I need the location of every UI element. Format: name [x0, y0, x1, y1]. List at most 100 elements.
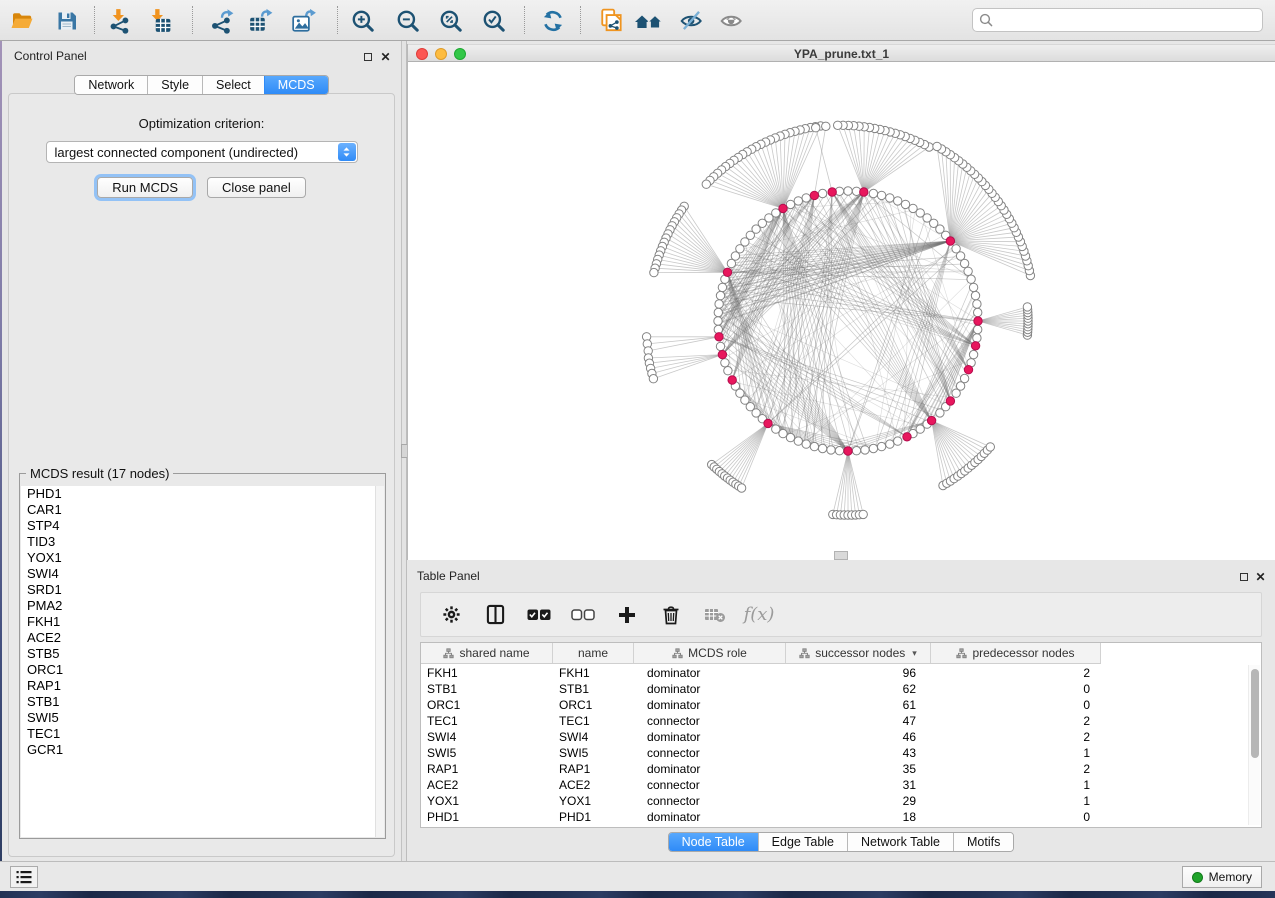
- network-leaf-node[interactable]: [702, 180, 710, 188]
- criterion-select[interactable]: largest connected component (undirected): [46, 141, 358, 163]
- network-node[interactable]: [835, 447, 843, 455]
- network-node[interactable]: [802, 440, 810, 448]
- export-image-button[interactable]: [288, 5, 320, 36]
- tab-network-table[interactable]: Network Table: [847, 833, 953, 851]
- cell-successor-nodes[interactable]: 96: [786, 666, 931, 680]
- table-scrollbar-thumb[interactable]: [1251, 669, 1259, 758]
- deselect-all-columns-button[interactable]: [570, 600, 596, 630]
- network-leaf-node[interactable]: [1023, 303, 1031, 311]
- column-header-predecessor-nodes[interactable]: predecessor nodes: [931, 643, 1101, 663]
- network-leaf-node[interactable]: [822, 122, 830, 130]
- cell-successor-nodes[interactable]: 46: [786, 730, 931, 744]
- cell-predecessor-nodes[interactable]: 0: [931, 682, 1101, 696]
- tab-mcds[interactable]: MCDS: [264, 76, 328, 94]
- network-node[interactable]: [715, 300, 723, 308]
- table-row[interactable]: SWI5SWI5connector431: [421, 745, 1247, 761]
- network-leaf-node[interactable]: [812, 124, 820, 132]
- network-node[interactable]: [861, 446, 869, 454]
- cell-MCDS-role[interactable]: dominator: [634, 810, 786, 824]
- network-leaf-node[interactable]: [859, 510, 867, 518]
- network-node[interactable]: [967, 275, 975, 283]
- cell-successor-nodes[interactable]: 35: [786, 762, 931, 776]
- hide-selected-button[interactable]: [676, 5, 708, 36]
- clone-network-button[interactable]: [596, 5, 628, 36]
- tab-node-table[interactable]: Node Table: [669, 833, 758, 851]
- cell-MCDS-role[interactable]: dominator: [634, 762, 786, 776]
- table-row[interactable]: YOX1YOX1connector291: [421, 793, 1247, 809]
- delete-column-button[interactable]: [658, 600, 684, 630]
- cell-shared-name[interactable]: ACE2: [421, 778, 553, 792]
- show-all-button[interactable]: [716, 5, 748, 36]
- table-settings-button[interactable]: [438, 600, 464, 630]
- cell-shared-name[interactable]: PHD1: [421, 810, 553, 824]
- network-node[interactable]: [844, 187, 852, 195]
- column-header-MCDS-role[interactable]: MCDS role: [634, 643, 786, 663]
- network-node[interactable]: [964, 267, 972, 275]
- status-menu-button[interactable]: [10, 866, 38, 888]
- close-table-panel-button[interactable]: ✕: [1255, 571, 1266, 582]
- network-hub-node[interactable]: [946, 237, 954, 245]
- run-mcds-button[interactable]: Run MCDS: [97, 177, 193, 198]
- zoom-fit-button[interactable]: [435, 5, 467, 36]
- export-network-button[interactable]: [206, 5, 238, 36]
- tab-edge-table[interactable]: Edge Table: [758, 833, 847, 851]
- network-leaf-node[interactable]: [933, 142, 941, 150]
- cell-name[interactable]: TEC1: [553, 714, 634, 728]
- cell-predecessor-nodes[interactable]: 2: [931, 730, 1101, 744]
- network-node[interactable]: [960, 374, 968, 382]
- zoom-out-button[interactable]: [392, 5, 424, 36]
- network-node[interactable]: [973, 300, 981, 308]
- network-node[interactable]: [714, 308, 722, 316]
- network-hub-node[interactable]: [810, 191, 818, 199]
- network-node[interactable]: [969, 283, 977, 291]
- network-node[interactable]: [952, 245, 960, 253]
- float-panel-button[interactable]: [362, 51, 373, 62]
- network-hub-node[interactable]: [723, 268, 731, 276]
- network-node[interactable]: [974, 308, 982, 316]
- refresh-view-button[interactable]: [537, 5, 569, 36]
- cell-shared-name[interactable]: RAP1: [421, 762, 553, 776]
- cell-MCDS-role[interactable]: dominator: [634, 730, 786, 744]
- cell-MCDS-role[interactable]: connector: [634, 714, 786, 728]
- cell-MCDS-role[interactable]: connector: [634, 746, 786, 760]
- cell-successor-nodes[interactable]: 47: [786, 714, 931, 728]
- float-table-panel-button[interactable]: [1238, 571, 1249, 582]
- cell-name[interactable]: YOX1: [553, 794, 634, 808]
- network-node[interactable]: [727, 259, 735, 267]
- network-hub-node[interactable]: [860, 188, 868, 196]
- tab-style[interactable]: Style: [147, 76, 202, 94]
- network-hub-node[interactable]: [844, 447, 852, 455]
- network-hub-node[interactable]: [974, 317, 982, 325]
- cell-name[interactable]: RAP1: [553, 762, 634, 776]
- network-node[interactable]: [721, 359, 729, 367]
- cell-successor-nodes[interactable]: 62: [786, 682, 931, 696]
- network-node[interactable]: [716, 291, 724, 299]
- cell-name[interactable]: SWI5: [553, 746, 634, 760]
- network-node[interactable]: [802, 194, 810, 202]
- network-node[interactable]: [974, 325, 982, 333]
- table-row[interactable]: ORC1ORC1dominator610: [421, 697, 1247, 713]
- cell-name[interactable]: ORC1: [553, 698, 634, 712]
- table-row[interactable]: FKH1FKH1dominator962: [421, 665, 1247, 681]
- network-node[interactable]: [877, 191, 885, 199]
- table-row[interactable]: SWI4SWI4dominator462: [421, 729, 1247, 745]
- column-header-name[interactable]: name: [553, 643, 634, 663]
- import-table-button[interactable]: [143, 5, 175, 36]
- network-leaf-node[interactable]: [986, 443, 994, 451]
- cell-predecessor-nodes[interactable]: 2: [931, 714, 1101, 728]
- network-hub-node[interactable]: [718, 350, 726, 358]
- cell-successor-nodes[interactable]: 61: [786, 698, 931, 712]
- cell-name[interactable]: ACE2: [553, 778, 634, 792]
- create-column-button[interactable]: [614, 600, 640, 630]
- network-node[interactable]: [869, 444, 877, 452]
- cell-successor-nodes[interactable]: 31: [786, 778, 931, 792]
- network-node[interactable]: [724, 367, 732, 375]
- zoom-selected-button[interactable]: [478, 5, 510, 36]
- table-row[interactable]: STB1STB1dominator620: [421, 681, 1247, 697]
- column-header-successor-nodes[interactable]: successor nodes▾: [786, 643, 931, 663]
- mcds-result-list[interactable]: PHD1CAR1STP4TID3YOX1SWI4SRD1PMA2FKH1ACE2…: [21, 486, 384, 837]
- network-node[interactable]: [714, 317, 722, 325]
- network-node[interactable]: [886, 194, 894, 202]
- cell-MCDS-role[interactable]: connector: [634, 794, 786, 808]
- save-session-button[interactable]: [51, 5, 83, 36]
